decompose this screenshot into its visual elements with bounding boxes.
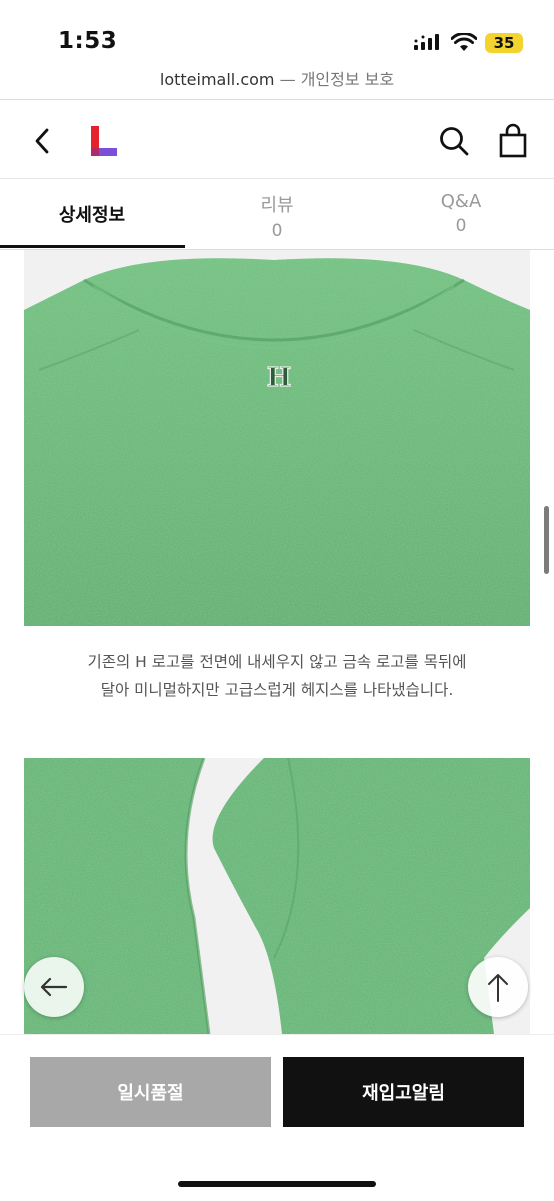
product-image-neckline: H (24, 250, 530, 626)
product-description: 기존의 H 로고를 전면에 내세우지 않고 금속 로고를 목뒤에 달아 미니멀하… (24, 648, 530, 704)
soldout-button[interactable]: 일시품절 (30, 1057, 271, 1127)
tab-qna[interactable]: Q&A 0 (369, 179, 553, 249)
description-line-2: 달아 미니멀하지만 고급스럽게 헤지스를 나타냈습니다. (100, 681, 454, 699)
status-time: 1:53 (58, 28, 118, 54)
scrollbar[interactable] (544, 506, 549, 574)
arrow-up-icon (488, 974, 508, 1002)
cellular-signal-icon (414, 34, 439, 50)
browser-url-bar[interactable]: lotteimall.com — 개인정보 보호 (0, 66, 554, 90)
tab-count: 0 (455, 216, 467, 236)
tab-count: 0 (271, 221, 283, 241)
url-domain: lotteimall.com (159, 70, 275, 89)
product-image-sleeves (24, 758, 530, 1034)
tab-label: 리뷰 (260, 195, 294, 216)
url-privacy-label: 개인정보 보호 (300, 70, 395, 89)
arrow-left-icon (40, 977, 68, 997)
description-line-1: 기존의 H 로고를 전면에 내세우지 않고 금속 로고를 목뒤에 (87, 653, 467, 671)
tab-detail-info[interactable]: 상세정보 (0, 179, 184, 249)
product-tabs: 상세정보 리뷰 0 Q&A 0 (0, 178, 554, 250)
tab-label: 상세정보 (58, 205, 126, 226)
bottom-action-bar: 일시품절 재입고알림 (0, 1034, 554, 1201)
lotte-logo[interactable] (88, 126, 118, 156)
search-icon[interactable] (438, 125, 470, 157)
home-indicator[interactable] (178, 1181, 376, 1187)
app-header (0, 100, 554, 178)
back-floating-button[interactable] (24, 957, 84, 1017)
chevron-left-icon[interactable] (28, 124, 58, 158)
battery-indicator: 35 (485, 33, 523, 53)
status-bar: 1:53 35 (0, 0, 554, 64)
tab-reviews[interactable]: 리뷰 0 (185, 179, 369, 249)
url-separator: — (279, 70, 296, 89)
wifi-icon (451, 33, 477, 51)
restock-alert-button[interactable]: 재입고알림 (283, 1057, 524, 1127)
active-tab-indicator (0, 245, 185, 248)
metal-h-logo: H (267, 363, 292, 393)
scroll-to-top-button[interactable] (468, 957, 528, 1017)
tab-label: Q&A (440, 191, 482, 212)
shopping-bag-icon[interactable] (496, 123, 530, 159)
